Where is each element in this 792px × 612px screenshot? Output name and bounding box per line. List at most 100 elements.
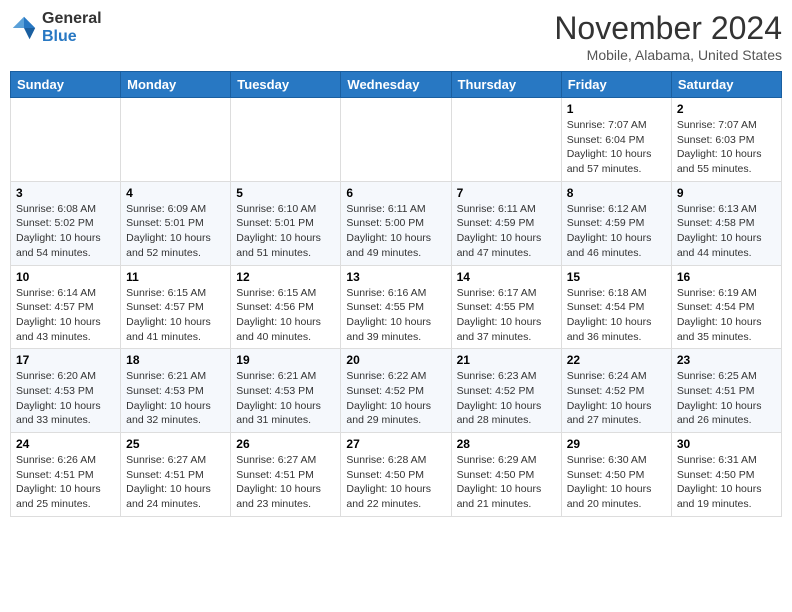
calendar-cell [121, 98, 231, 182]
page-header: General Blue November 2024 Mobile, Alaba… [10, 10, 782, 63]
column-header-wednesday: Wednesday [341, 72, 451, 98]
day-info: Sunrise: 6:08 AMSunset: 5:02 PMDaylight:… [16, 202, 115, 261]
day-info: Sunrise: 6:23 AMSunset: 4:52 PMDaylight:… [457, 369, 556, 428]
day-info: Sunrise: 6:15 AMSunset: 4:57 PMDaylight:… [126, 286, 225, 345]
day-number: 6 [346, 186, 445, 200]
calendar-week-4: 17 Sunrise: 6:20 AMSunset: 4:53 PMDayligh… [11, 349, 782, 433]
calendar-table: SundayMondayTuesdayWednesdayThursdayFrid… [10, 71, 782, 517]
calendar-cell: 22 Sunrise: 6:24 AMSunset: 4:52 PMDayligh… [561, 349, 671, 433]
day-info: Sunrise: 6:22 AMSunset: 4:52 PMDaylight:… [346, 369, 445, 428]
day-info: Sunrise: 6:20 AMSunset: 4:53 PMDaylight:… [16, 369, 115, 428]
day-number: 29 [567, 437, 666, 451]
calendar-week-3: 10 Sunrise: 6:14 AMSunset: 4:57 PMDayligh… [11, 265, 782, 349]
day-number: 5 [236, 186, 335, 200]
logo-general: General [42, 10, 102, 27]
calendar-cell [231, 98, 341, 182]
day-info: Sunrise: 6:11 AMSunset: 5:00 PMDaylight:… [346, 202, 445, 261]
day-info: Sunrise: 6:21 AMSunset: 4:53 PMDaylight:… [236, 369, 335, 428]
day-info: Sunrise: 6:16 AMSunset: 4:55 PMDaylight:… [346, 286, 445, 345]
logo-icon [10, 14, 38, 42]
month-title: November 2024 [554, 10, 782, 47]
day-number: 2 [677, 102, 776, 116]
day-info: Sunrise: 6:09 AMSunset: 5:01 PMDaylight:… [126, 202, 225, 261]
column-header-monday: Monday [121, 72, 231, 98]
day-info: Sunrise: 6:18 AMSunset: 4:54 PMDaylight:… [567, 286, 666, 345]
column-header-sunday: Sunday [11, 72, 121, 98]
day-number: 18 [126, 353, 225, 367]
day-number: 16 [677, 270, 776, 284]
day-info: Sunrise: 6:10 AMSunset: 5:01 PMDaylight:… [236, 202, 335, 261]
calendar-header-row: SundayMondayTuesdayWednesdayThursdayFrid… [11, 72, 782, 98]
day-number: 11 [126, 270, 225, 284]
calendar-cell: 1 Sunrise: 7:07 AMSunset: 6:04 PMDaylight… [561, 98, 671, 182]
calendar-cell: 6 Sunrise: 6:11 AMSunset: 5:00 PMDaylight… [341, 181, 451, 265]
calendar-cell [451, 98, 561, 182]
day-info: Sunrise: 6:21 AMSunset: 4:53 PMDaylight:… [126, 369, 225, 428]
day-info: Sunrise: 6:17 AMSunset: 4:55 PMDaylight:… [457, 286, 556, 345]
calendar-cell: 19 Sunrise: 6:21 AMSunset: 4:53 PMDayligh… [231, 349, 341, 433]
calendar-cell: 23Sunrise: 6:25 AMSunset: 4:51 PMDayligh… [671, 349, 781, 433]
day-number: 12 [236, 270, 335, 284]
calendar-cell: 16 Sunrise: 6:19 AMSunset: 4:54 PMDayligh… [671, 265, 781, 349]
day-number: 1 [567, 102, 666, 116]
calendar-cell: 10 Sunrise: 6:14 AMSunset: 4:57 PMDayligh… [11, 265, 121, 349]
day-number: 10 [16, 270, 115, 284]
day-info: Sunrise: 6:31 AMSunset: 4:50 PMDaylight:… [677, 453, 776, 512]
calendar-cell: 20Sunrise: 6:22 AMSunset: 4:52 PMDayligh… [341, 349, 451, 433]
day-number: 9 [677, 186, 776, 200]
day-info: Sunrise: 6:28 AMSunset: 4:50 PMDaylight:… [346, 453, 445, 512]
day-info: Sunrise: 6:27 AMSunset: 4:51 PMDaylight:… [236, 453, 335, 512]
calendar-cell: 18 Sunrise: 6:21 AMSunset: 4:53 PMDayligh… [121, 349, 231, 433]
calendar-cell: 14 Sunrise: 6:17 AMSunset: 4:55 PMDayligh… [451, 265, 561, 349]
calendar-cell: 24 Sunrise: 6:26 AMSunset: 4:51 PMDayligh… [11, 433, 121, 517]
column-header-saturday: Saturday [671, 72, 781, 98]
day-info: Sunrise: 6:13 AMSunset: 4:58 PMDaylight:… [677, 202, 776, 261]
day-number: 8 [567, 186, 666, 200]
calendar-cell: 8Sunrise: 6:12 AMSunset: 4:59 PMDaylight… [561, 181, 671, 265]
calendar-cell: 21 Sunrise: 6:23 AMSunset: 4:52 PMDayligh… [451, 349, 561, 433]
calendar-cell [341, 98, 451, 182]
day-number: 21 [457, 353, 556, 367]
day-info: Sunrise: 6:24 AMSunset: 4:52 PMDaylight:… [567, 369, 666, 428]
day-info: Sunrise: 6:30 AMSunset: 4:50 PMDaylight:… [567, 453, 666, 512]
calendar-cell: 3Sunrise: 6:08 AMSunset: 5:02 PMDaylight… [11, 181, 121, 265]
day-number: 22 [567, 353, 666, 367]
calendar-cell: 7Sunrise: 6:11 AMSunset: 4:59 PMDaylight… [451, 181, 561, 265]
calendar-cell: 30 Sunrise: 6:31 AMSunset: 4:50 PMDayligh… [671, 433, 781, 517]
calendar-cell: 25Sunrise: 6:27 AMSunset: 4:51 PMDayligh… [121, 433, 231, 517]
calendar-cell: 27 Sunrise: 6:28 AMSunset: 4:50 PMDayligh… [341, 433, 451, 517]
logo: General Blue [10, 10, 102, 45]
column-header-friday: Friday [561, 72, 671, 98]
day-number: 30 [677, 437, 776, 451]
day-info: Sunrise: 7:07 AMSunset: 6:03 PMDaylight:… [677, 118, 776, 177]
day-number: 25 [126, 437, 225, 451]
calendar-cell: 9 Sunrise: 6:13 AMSunset: 4:58 PMDaylight… [671, 181, 781, 265]
day-number: 4 [126, 186, 225, 200]
day-number: 28 [457, 437, 556, 451]
calendar-week-1: 1 Sunrise: 7:07 AMSunset: 6:04 PMDaylight… [11, 98, 782, 182]
day-number: 26 [236, 437, 335, 451]
calendar-cell: 4 Sunrise: 6:09 AMSunset: 5:01 PMDaylight… [121, 181, 231, 265]
day-info: Sunrise: 6:14 AMSunset: 4:57 PMDaylight:… [16, 286, 115, 345]
day-number: 13 [346, 270, 445, 284]
calendar-cell: 12Sunrise: 6:15 AMSunset: 4:56 PMDayligh… [231, 265, 341, 349]
day-number: 14 [457, 270, 556, 284]
day-info: Sunrise: 7:07 AMSunset: 6:04 PMDaylight:… [567, 118, 666, 177]
calendar-week-5: 24 Sunrise: 6:26 AMSunset: 4:51 PMDayligh… [11, 433, 782, 517]
calendar-cell: 11 Sunrise: 6:15 AMSunset: 4:57 PMDayligh… [121, 265, 231, 349]
location-text: Mobile, Alabama, United States [554, 47, 782, 63]
day-number: 19 [236, 353, 335, 367]
column-header-tuesday: Tuesday [231, 72, 341, 98]
day-number: 27 [346, 437, 445, 451]
day-info: Sunrise: 6:29 AMSunset: 4:50 PMDaylight:… [457, 453, 556, 512]
title-area: November 2024 Mobile, Alabama, United St… [554, 10, 782, 63]
day-info: Sunrise: 6:19 AMSunset: 4:54 PMDaylight:… [677, 286, 776, 345]
column-header-thursday: Thursday [451, 72, 561, 98]
calendar-cell: 28 Sunrise: 6:29 AMSunset: 4:50 PMDayligh… [451, 433, 561, 517]
calendar-cell: 26 Sunrise: 6:27 AMSunset: 4:51 PMDayligh… [231, 433, 341, 517]
day-number: 17 [16, 353, 115, 367]
day-info: Sunrise: 6:26 AMSunset: 4:51 PMDaylight:… [16, 453, 115, 512]
day-number: 15 [567, 270, 666, 284]
calendar-cell: 5 Sunrise: 6:10 AMSunset: 5:01 PMDaylight… [231, 181, 341, 265]
day-number: 24 [16, 437, 115, 451]
